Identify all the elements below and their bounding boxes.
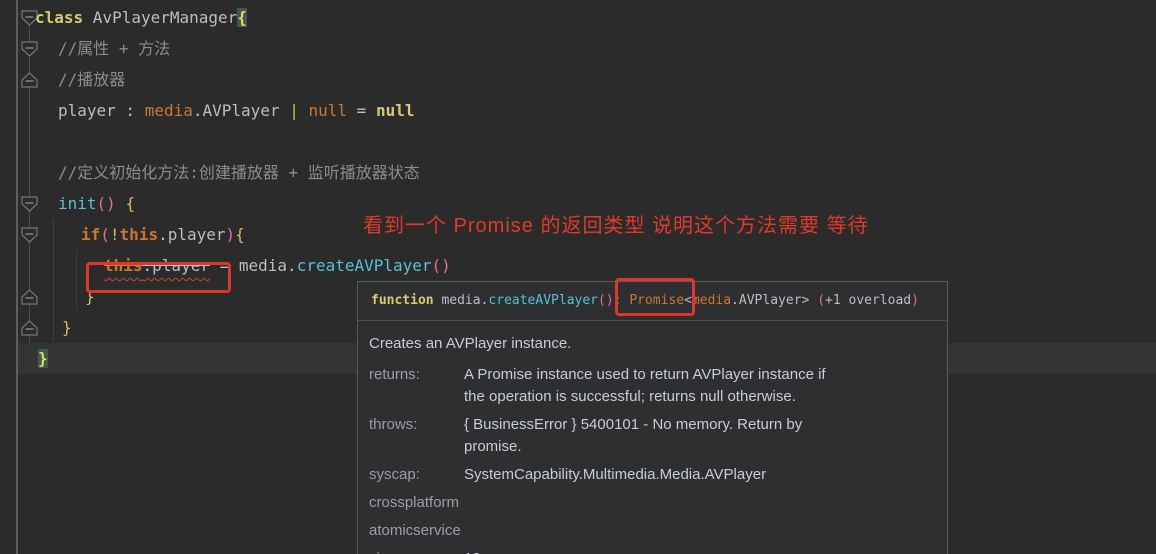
code-token: ) [226,225,236,244]
code-line[interactable]: } [0,312,72,343]
red-box-promise [615,278,695,316]
code-line[interactable]: if(!this.player){ [0,219,245,250]
code-token: { [235,225,245,244]
doc-row: throws:{ BusinessError } 5400101 - No me… [369,414,935,458]
code-token: //播放器 [58,70,125,89]
code-line[interactable]: //定义初始化方法:创建播放器 + 监听播放器状态 [0,157,420,188]
code-token: () [598,293,614,308]
code-token: player [58,101,116,120]
doc-label: crossplatform [369,492,464,514]
doc-entries: returns:A Promise instance used to retur… [369,364,935,554]
code-token: () [432,256,451,275]
code-editor: class AvPlayerManager{//属性 + 方法//播放器play… [0,0,1156,554]
code-token: . [287,256,297,275]
code-token: //属性 + 方法 [58,39,170,58]
doc-label: syscap: [369,464,464,486]
code-token: this [120,225,159,244]
code-token: AVPlayer [203,101,280,120]
code-line[interactable]: //播放器 [0,64,125,95]
code-token: AVPlayer [739,293,802,308]
code-token: () [97,194,116,213]
doc-value: 12 [464,548,481,554]
code-token: ) [911,293,919,308]
doc-value: A Promise instance used to return AVPlay… [464,364,826,408]
code-token: . [731,293,739,308]
code-line[interactable]: init() { [0,188,135,219]
code-token: .player [158,225,225,244]
code-token: media [692,293,731,308]
doc-row: syscap:SystemCapability.Multimedia.Media… [369,464,935,486]
code-line[interactable]: } [0,281,95,312]
doc-value: { BusinessError } 5400101 - No memory. R… [464,414,802,458]
code-token: createAVPlayer [297,256,432,275]
code-token: createAVPlayer [488,293,598,308]
code-token: = [347,101,376,120]
code-token: media [145,101,193,120]
documentation-popup[interactable]: function media.createAVPlayer(): Promise… [357,281,948,554]
code-token: null [309,101,348,120]
code-token: ( [100,225,110,244]
code-token: AvPlayerManager [83,8,237,27]
code-token: function [371,293,434,308]
code-token: { [237,8,247,27]
doc-row: atomicservice [369,520,935,542]
code-line[interactable]: //属性 + 方法 [0,33,170,64]
doc-label: returns: [369,364,464,408]
code-line[interactable]: } [0,343,48,374]
code-token: { [125,194,135,213]
doc-body: Creates an AVPlayer instance. returns:A … [358,321,947,554]
doc-row: crossplatform [369,492,935,514]
code-token: > [802,293,818,308]
code-token: media [239,256,287,275]
code-token: : [116,101,145,120]
code-line[interactable]: player : media.AVPlayer | null = null [0,95,414,126]
annotation-overlay-text: 看到一个 Promise 的返回类型 说明这个方法需要 等待 [363,209,869,238]
code-token: init [58,194,97,213]
code-token: } [62,318,72,337]
doc-value: SystemCapability.Multimedia.Media.AVPlay… [464,464,766,486]
code-token: +1 overload [825,293,911,308]
code-token: //定义初始化方法:创建播放器 + 监听播放器状态 [58,163,420,182]
doc-row: since:12 [369,548,935,554]
code-token: media [441,293,480,308]
code-token [116,194,126,213]
doc-description: Creates an AVPlayer instance. [369,333,935,355]
code-token [280,101,290,120]
code-token: . [193,101,203,120]
code-token: null [376,101,415,120]
code-token: class [35,8,83,27]
code-token: } [38,349,48,368]
code-token: ( [817,293,825,308]
code-line[interactable] [0,126,58,157]
code-token [299,101,309,120]
code-line[interactable]: class AvPlayerManager{ [0,2,247,33]
code-token: | [289,101,299,120]
code-token: ! [110,225,120,244]
doc-label: throws: [369,414,464,458]
red-box-this-player [86,262,231,293]
doc-label: since: [369,548,464,554]
doc-row: returns:A Promise instance used to retur… [369,364,935,408]
doc-label: atomicservice [369,520,464,542]
code-token: if [81,225,100,244]
